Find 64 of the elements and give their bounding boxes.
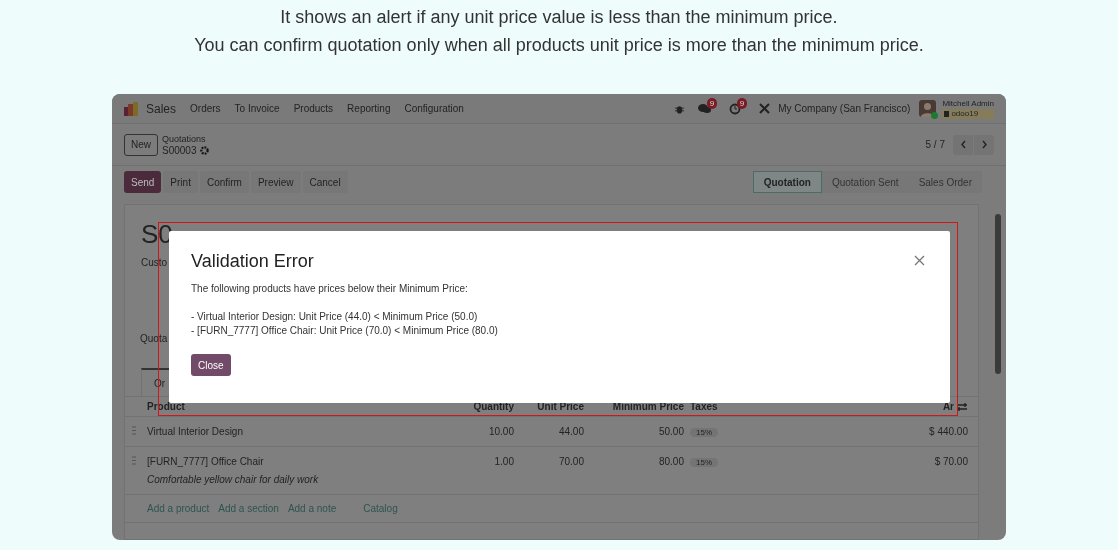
action-button[interactable]: Preview [250, 171, 301, 193]
close-button[interactable]: Close [191, 354, 231, 376]
database-name: odoo19 [951, 108, 979, 119]
breadcrumb-link[interactable]: Quotations [162, 133, 209, 145]
status-step[interactable]: Quotation [752, 171, 822, 193]
table-cell-text: $ 70.00 [933, 455, 968, 469]
app-name[interactable]: Sales [146, 99, 177, 118]
table-cell-text: $ 440.00 [928, 425, 968, 439]
chat-icon[interactable] [698, 103, 712, 114]
app-logo-icon [124, 101, 138, 116]
caption-text: You can confirm quotation only when all products unit price is more than the minimum price. [194, 34, 924, 57]
dialog-message: The following products have prices below their Minimum Price: [191, 282, 469, 296]
table-cell-text: 1.00 [493, 455, 514, 469]
product-name[interactable]: Virtual Interior Design [147, 424, 434, 439]
add-line-link[interactable]: Add a product [147, 501, 210, 516]
table-cell-text: 10.00 [487, 425, 514, 439]
drag-handle-icon[interactable] [131, 426, 137, 435]
notification-badge: 9 [736, 97, 748, 109]
column-settings-icon[interactable] [956, 401, 968, 412]
company-switcher[interactable]: My Company (San Francisco) [778, 101, 911, 116]
product-description: Comfortable yellow chair for daily work [147, 473, 320, 487]
table-cell-text: 50.00 [657, 425, 684, 439]
clock-icon[interactable] [729, 102, 742, 115]
record-name: S00003 [162, 144, 197, 156]
add-line-link[interactable]: Catalog [363, 501, 398, 516]
menu-item[interactable]: Configuration [404, 101, 464, 116]
gear-icon[interactable] [199, 145, 209, 155]
drag-handle-icon[interactable] [131, 456, 137, 465]
table-cell-text: 44.00 [557, 425, 584, 439]
menu-item[interactable]: Orders [190, 101, 221, 116]
dialog-title: Validation Error [191, 250, 315, 273]
table-cell-text: 70.00 [557, 455, 584, 469]
previous-button[interactable] [953, 134, 973, 155]
status-step[interactable]: Quotation Sent [821, 171, 909, 193]
next-button[interactable] [974, 134, 994, 155]
caption-text: It shows an alert if any unit price value is less than the minimum price. [280, 6, 838, 29]
action-button[interactable]: Print [163, 171, 198, 193]
action-button[interactable]: Cancel [302, 171, 348, 193]
add-line-link[interactable]: Add a section [218, 501, 279, 516]
bug-icon[interactable] [675, 103, 685, 114]
tax-tag: 15% [690, 458, 718, 467]
close-icon[interactable] [914, 255, 925, 266]
user-name[interactable]: Mitchell Admin [942, 98, 994, 109]
product-name[interactable]: [FURN_7777] Office Chair [147, 454, 434, 469]
menu-item[interactable]: Products [293, 101, 334, 116]
database-icon [944, 110, 950, 117]
tax-tag: 15% [690, 428, 718, 437]
menu-item[interactable]: Reporting [347, 101, 391, 116]
add-line-link[interactable]: Add a note [287, 501, 337, 516]
user-avatar[interactable] [919, 100, 937, 117]
column-header: Quantity [472, 400, 514, 414]
action-button[interactable]: Confirm [199, 171, 249, 193]
error-line: - Virtual Interior Design: Unit Price (44.0) < Minimum Price (50.0) [191, 310, 479, 324]
error-line: - [FURN_7777] Office Chair: Unit Price (70.0) < Minimum Price (80.0) [191, 324, 499, 338]
new-button[interactable]: New [124, 133, 158, 156]
chevron-left-icon [959, 140, 967, 149]
tools-icon[interactable] [759, 103, 771, 114]
menu-item[interactable]: To Invoice [234, 101, 280, 116]
chevron-right-icon [980, 140, 988, 149]
pager-value: 5 / 7 [925, 138, 945, 152]
action-button[interactable]: Send [124, 171, 162, 193]
notification-badge: 9 [706, 98, 718, 109]
table-cell-text: 80.00 [657, 455, 684, 469]
status-step[interactable]: Sales Order [908, 171, 982, 193]
